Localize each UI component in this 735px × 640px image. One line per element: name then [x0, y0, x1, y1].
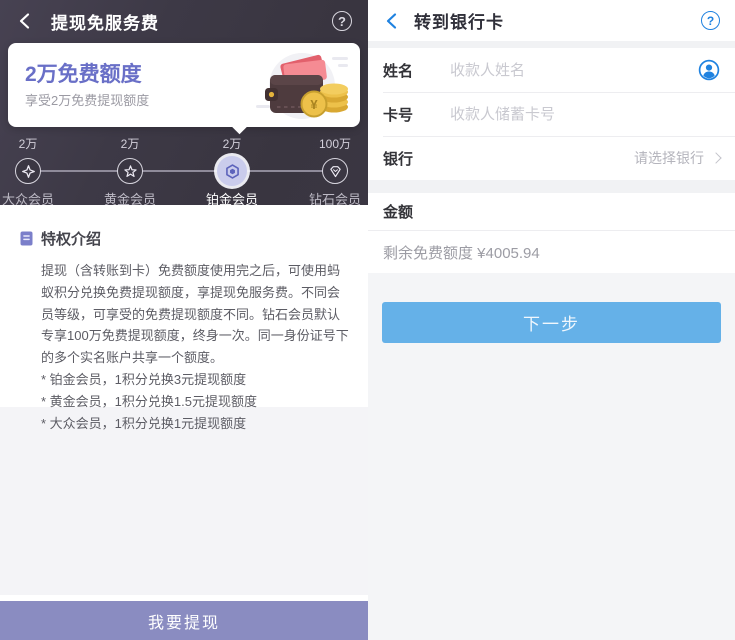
help-icon[interactable]: ? [332, 11, 352, 31]
amount-label: 金额 [383, 204, 414, 221]
name-row: 姓名 [368, 48, 735, 92]
privileges-note: * 铂金会员，1积分兑换3元提现额度 [41, 372, 247, 388]
chevron-right-icon [710, 152, 722, 164]
progress-track [28, 170, 335, 172]
bank-select-value: 请选择银行 [634, 150, 704, 166]
dark-hero-section: 提现免服务费 ? 2万免费额度 享受2万免费提现额度 ¥ 2万 大众会员 2万 … [0, 0, 368, 207]
quota-subtitle: 享受2万免费提现额度 [25, 93, 150, 108]
right-navbar: 转到银行卡 ? [368, 0, 735, 41]
milestone-amount: 100万 [318, 137, 352, 151]
privileges-header: 特权介绍 [20, 228, 350, 249]
privileges-note: * 大众会员，1积分兑换1元提现额度 [41, 415, 247, 431]
bank-label: 银行 [383, 150, 414, 168]
card-pointer-notch [231, 118, 248, 135]
page-title: 提现免服务费 [51, 13, 159, 33]
section-gap [368, 180, 735, 193]
card-number-label: 卡号 [383, 106, 414, 124]
svg-text:¥: ¥ [310, 97, 318, 112]
remaining-quota-row[interactable]: 剩余免费额度 ¥4005.94 [368, 231, 735, 273]
help-icon[interactable]: ? [701, 11, 720, 30]
milestone-platinum-member-active: 2万 铂金会员 [190, 135, 274, 209]
milestone-circle [15, 158, 41, 184]
milestone-mass-member: 2万 大众会员 [0, 135, 70, 209]
section-gap [368, 41, 735, 48]
quota-title: 2万免费额度 [25, 63, 142, 86]
transfer-to-bank-card-screen: 转到银行卡 ? 姓名 卡号 银行 请选择银行 金额 [368, 0, 735, 640]
card-number-input[interactable] [450, 105, 720, 123]
dual-screenshot: 提现免服务费 ? 2万免费额度 享受2万免费提现额度 ¥ 2万 大众会员 2万 … [0, 0, 735, 640]
amount-section-row: 金额 [368, 193, 735, 231]
milestone-amount: 2万 [120, 137, 140, 151]
privileges-title: 特权介绍 [41, 231, 102, 248]
milestone-circle [217, 156, 247, 186]
privileges-body: 提现（含转账到卡）免费额度使用完之后，可使用蚂蚁积分兑换免费提现额度，享提现免服… [41, 263, 349, 366]
privileges-note: * 黄金会员，1积分兑换1.5元提现额度 [41, 393, 257, 409]
free-quota-card: 2万免费额度 享受2万免费提现额度 ¥ [8, 43, 360, 135]
sparkle-icon [21, 164, 35, 178]
empty-gray-area [0, 407, 368, 595]
privileges-section: 特权介绍 提现（含转账到卡）免费额度使用完之后，可使用蚂蚁积分兑换免费提现额度，… [0, 205, 368, 431]
name-label: 姓名 [383, 62, 414, 80]
back-icon[interactable] [383, 12, 401, 30]
withdraw-button[interactable]: 我要提现 [0, 601, 368, 640]
milestone-gold-member: 2万 黄金会员 [88, 135, 172, 209]
hexagon-icon [225, 163, 240, 179]
payee-form: 姓名 卡号 银行 请选择银行 [368, 48, 735, 180]
star-icon [123, 164, 137, 178]
card-number-row: 卡号 [368, 92, 735, 136]
withdrawal-fee-free-screen: 提现免服务费 ? 2万免费额度 享受2万免费提现额度 ¥ 2万 大众会员 2万 … [0, 0, 368, 640]
document-icon [20, 231, 33, 246]
bank-select-row[interactable]: 银行 请选择银行 [368, 136, 735, 180]
membership-progress: 2万 大众会员 2万 黄金会员 2万 铂金会员 100万 钻石会员 [0, 135, 368, 209]
milestone-amount: 2万 [18, 137, 38, 151]
left-navbar: 提现免服务费 ? [0, 0, 368, 42]
contact-picker-icon[interactable] [698, 59, 720, 81]
remaining-quota-text: 剩余免费额度 ¥4005.94 [383, 244, 540, 262]
name-input[interactable] [450, 61, 698, 79]
milestone-circle [322, 158, 348, 184]
milestone-circle [117, 158, 143, 184]
back-icon[interactable] [16, 12, 34, 30]
next-step-button[interactable]: 下一步 [382, 302, 721, 343]
gem-icon [329, 165, 342, 178]
milestone-diamond-member: 100万 钻石会员 [293, 135, 377, 209]
wallet-coins-illustration: ¥ [248, 49, 352, 126]
page-title: 转到银行卡 [414, 13, 504, 32]
milestone-amount: 2万 [222, 137, 242, 151]
